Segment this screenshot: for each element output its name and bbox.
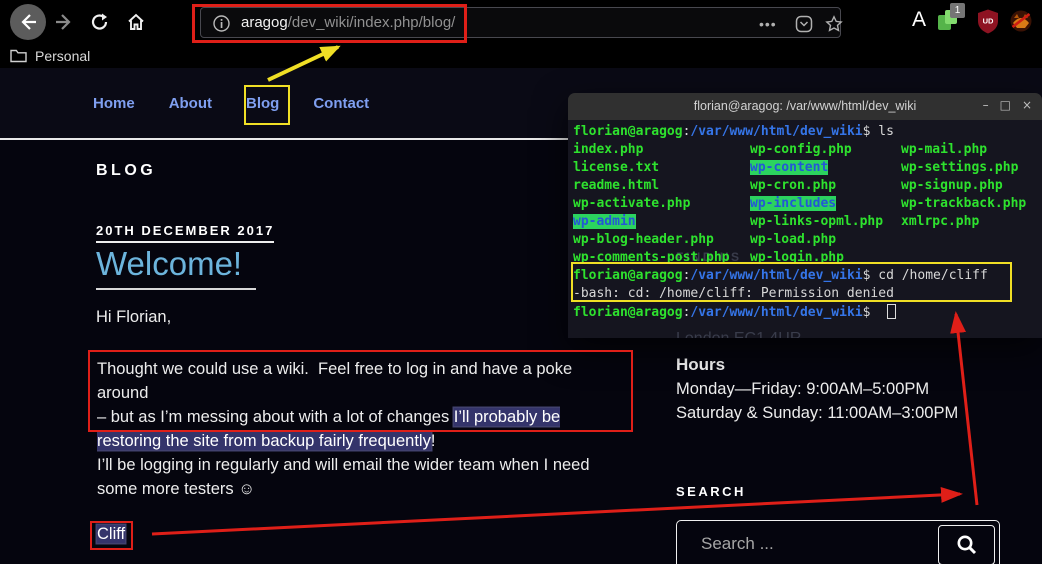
terminal-error-line: -bash: cd: /home/cliff: Permission denie… bbox=[573, 286, 894, 301]
url-host: aragog bbox=[241, 14, 288, 31]
browser-toolbar: aragog/dev_wiki/index.php/blog/ ••• A 1 … bbox=[0, 0, 1042, 44]
url-path: /dev_wiki/index.php/blog/ bbox=[288, 14, 456, 31]
terminal-file-entry: wp-comments-post.php bbox=[573, 250, 730, 265]
reload-button[interactable] bbox=[82, 4, 118, 40]
terminal-file-entry: index.php bbox=[573, 142, 643, 157]
bookmarks-bar: Personal bbox=[0, 44, 1042, 68]
nav-item-home[interactable]: Home bbox=[93, 95, 135, 112]
back-button[interactable] bbox=[10, 4, 46, 40]
terminal-dir-entry: wp-content bbox=[750, 160, 828, 175]
terminal-file-entry: license.txt bbox=[573, 160, 659, 175]
page-title: BLOG bbox=[96, 162, 156, 180]
page-actions-icon[interactable]: ••• bbox=[759, 16, 777, 32]
terminal-file-entry: xmlrpc.php bbox=[901, 214, 979, 229]
search-box bbox=[676, 520, 1000, 564]
terminal-file-entry: wp-signup.php bbox=[901, 178, 1003, 193]
command-ls: ls bbox=[878, 124, 894, 139]
extension-a-icon[interactable]: A bbox=[912, 8, 926, 32]
maximize-button[interactable]: □ bbox=[1000, 98, 1011, 112]
extension-shield-icon[interactable]: UD bbox=[977, 9, 999, 39]
terminal-file-entry: wp-settings.php bbox=[901, 160, 1018, 175]
shield-label: UD bbox=[983, 17, 994, 26]
forward-arrow-icon bbox=[54, 12, 74, 32]
search-input[interactable] bbox=[679, 523, 929, 564]
close-button[interactable]: × bbox=[1022, 98, 1032, 112]
terminal-cursor bbox=[887, 304, 896, 319]
hours-widget-title: Hours bbox=[676, 355, 725, 375]
extension-green-icon[interactable]: 1 bbox=[938, 9, 962, 33]
terminal-prompt-line: florian@aragog:/var/www/html/dev_wiki$ l… bbox=[573, 124, 894, 139]
terminal-prompt-line: florian@aragog:/var/www/html/dev_wiki$ bbox=[573, 304, 896, 320]
ghost-address-text: London EC1 4UR bbox=[676, 330, 801, 338]
screenshot-root: aragog/dev_wiki/index.php/blog/ ••• A 1 … bbox=[0, 0, 1042, 564]
extension-badge: 1 bbox=[950, 3, 965, 18]
terminal-titlebar[interactable]: florian@aragog: /var/www/html/dev_wiki –… bbox=[568, 93, 1042, 120]
terminal-file-entry: wp-config.php bbox=[750, 142, 852, 157]
minimize-button[interactable]: – bbox=[983, 98, 989, 112]
terminal-file-entry: wp-cron.php bbox=[750, 178, 836, 193]
url-text: aragog/dev_wiki/index.php/blog/ bbox=[241, 14, 455, 31]
prompt-user: florian@aragog bbox=[573, 305, 683, 320]
hours-weekday: Monday—Friday: 9:00AM–5:00PM bbox=[676, 380, 929, 399]
terminal-file-entry: wp-login.php bbox=[750, 250, 844, 265]
terminal-prompt-line: florian@aragog:/var/www/html/dev_wiki$ c… bbox=[573, 268, 988, 283]
terminal-dir-entry: wp-includes bbox=[750, 196, 836, 211]
post-paragraph-2: I’ll be logging in regularly and will em… bbox=[97, 453, 625, 501]
paragraph-text: ! bbox=[431, 432, 436, 450]
prompt-path: /var/www/html/dev_wiki bbox=[690, 305, 862, 320]
terminal-file-entry: wp-mail.php bbox=[901, 142, 987, 157]
terminal-body[interactable]: FIND US London EC1 4UR florian@aragog:/v… bbox=[568, 120, 1042, 338]
back-arrow-icon bbox=[18, 12, 38, 32]
pocket-icon[interactable] bbox=[795, 15, 813, 33]
hours-weekend: Saturday & Sunday: 11:00AM–3:00PM bbox=[676, 404, 958, 423]
terminal-file-entry: wp-load.php bbox=[750, 232, 836, 247]
post-paragraph-1: Thought we could use a wiki. Feel free t… bbox=[97, 357, 625, 453]
bookmark-star-icon[interactable] bbox=[825, 15, 843, 33]
nav-item-about[interactable]: About bbox=[169, 95, 212, 112]
prompt-user: florian@aragog bbox=[573, 268, 683, 283]
nav-item-contact[interactable]: Contact bbox=[313, 95, 369, 112]
terminal-title: florian@aragog: /var/www/html/dev_wiki bbox=[568, 99, 1042, 113]
terminal-file-entry: wp-activate.php bbox=[573, 196, 690, 211]
post-title-link[interactable]: Welcome! bbox=[96, 245, 256, 290]
nav-item-blog[interactable]: Blog bbox=[246, 95, 279, 112]
terminal-dir-entry: wp-admin bbox=[573, 214, 636, 229]
foxyproxy-disabled-icon[interactable] bbox=[1009, 9, 1033, 38]
search-widget-title: SEARCH bbox=[676, 484, 746, 499]
prompt-user: florian@aragog bbox=[573, 124, 683, 139]
site-info-icon[interactable] bbox=[213, 15, 230, 32]
command-cd: cd /home/cliff bbox=[878, 268, 988, 283]
bookmark-personal[interactable]: Personal bbox=[35, 48, 90, 64]
forward-button[interactable] bbox=[46, 4, 82, 40]
post-greeting: Hi Florian, bbox=[96, 308, 171, 327]
terminal-file-entry: wp-links-opml.php bbox=[750, 214, 883, 229]
prompt-path: /var/www/html/dev_wiki bbox=[690, 268, 862, 283]
home-button[interactable] bbox=[118, 4, 154, 40]
reload-icon bbox=[90, 12, 110, 32]
folder-icon bbox=[10, 49, 27, 63]
terminal-file-entry: readme.html bbox=[573, 178, 659, 193]
url-bar[interactable]: aragog/dev_wiki/index.php/blog/ ••• bbox=[200, 7, 841, 38]
post-date-link[interactable]: 20TH DECEMBER 2017 bbox=[96, 223, 274, 243]
terminal-window[interactable]: florian@aragog: /var/www/html/dev_wiki –… bbox=[568, 93, 1042, 338]
prompt-path: /var/www/html/dev_wiki bbox=[690, 124, 862, 139]
post-signature: Cliff bbox=[97, 525, 125, 544]
terminal-file-entry: wp-trackback.php bbox=[901, 196, 1026, 211]
search-icon bbox=[955, 533, 979, 557]
home-icon bbox=[126, 12, 146, 32]
terminal-file-entry: wp-blog-header.php bbox=[573, 232, 714, 247]
search-button[interactable] bbox=[938, 525, 995, 564]
selected-signature: Cliff bbox=[97, 525, 125, 543]
